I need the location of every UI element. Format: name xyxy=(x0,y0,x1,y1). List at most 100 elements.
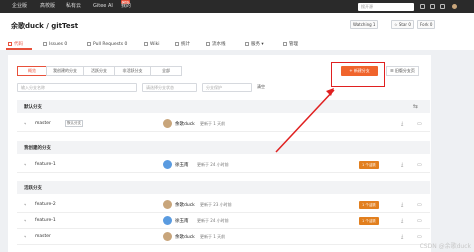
watching-button[interactable]: Watching 1 xyxy=(350,20,379,29)
default-badge: 默认分支 xyxy=(65,120,83,127)
pull-requests-count: 0 xyxy=(124,42,128,47)
section-mine: 我创建的分支 xyxy=(17,141,430,154)
nav-private-cloud[interactable]: 私有云 xyxy=(66,3,81,10)
page: 企业版 高校版 私有云 Gitee AI NEW 我的 搜开源 余歌duck /… xyxy=(0,0,474,252)
top-nav-bar: 企业版 高校版 私有云 Gitee AI NEW 我的 搜开源 xyxy=(0,0,474,13)
branch-name[interactable]: master xyxy=(35,234,51,239)
active-tab-indicator xyxy=(6,48,32,50)
clear-button[interactable]: 清空 xyxy=(257,84,265,90)
highlight-box xyxy=(331,62,385,87)
download-icon[interactable]: ⤓ xyxy=(401,202,403,208)
services-icon xyxy=(245,41,249,46)
author-name[interactable]: 余歌duck xyxy=(175,234,195,240)
star-label: Star xyxy=(398,22,408,27)
old-branch-label: 旧版分支页 xyxy=(394,68,415,73)
branch-protect-select[interactable]: 分支保护 xyxy=(202,83,252,92)
avatar xyxy=(163,216,172,225)
author-name[interactable]: 徐玉南 xyxy=(175,218,189,224)
delete-icon[interactable]: ▭ xyxy=(417,234,422,240)
table-row: ⑂ feature-2 余歌duck 更新于 23 小时前 1 个活跃 ⤓ ▭ xyxy=(17,197,430,213)
nav-mine[interactable]: 我的 xyxy=(121,3,131,10)
fork-count: 0 xyxy=(429,22,433,27)
filter-active[interactable]: 活跃分支 xyxy=(83,66,115,76)
tab-services[interactable]: 服务 ▾ xyxy=(245,41,264,48)
updated-time: 更新于 23 小时前 xyxy=(200,202,232,207)
delete-icon[interactable]: ▭ xyxy=(417,218,422,224)
message-icon[interactable] xyxy=(430,4,435,9)
branch-name[interactable]: feature-1 xyxy=(35,162,56,167)
avatar xyxy=(163,200,172,209)
repo-header xyxy=(0,13,474,50)
tab-manage[interactable]: 管理 xyxy=(283,41,298,48)
filter-mine[interactable]: 我创建的分支 xyxy=(46,66,84,76)
nav-enterprise[interactable]: 企业版 xyxy=(12,3,27,10)
code-icon xyxy=(8,41,12,46)
download-icon[interactable]: ⤓ xyxy=(401,121,403,127)
bell-icon[interactable] xyxy=(440,4,445,9)
branch-name[interactable]: feature-2 xyxy=(35,202,56,207)
branch-icon: ⑂ xyxy=(24,202,27,207)
author-name[interactable]: 徐玉南 xyxy=(175,162,189,168)
switch-icon[interactable]: ⇆ xyxy=(413,103,418,110)
status-badge[interactable]: 1 个活跃 xyxy=(359,217,379,225)
tab-pull-requests[interactable]: Pull Requests 0 xyxy=(87,41,127,48)
section-mine-title: 我创建的分支 xyxy=(24,146,51,151)
issues-icon xyxy=(43,41,47,46)
download-icon[interactable]: ⤓ xyxy=(401,234,403,240)
table-row: ⑂ master 默认分支 余歌duck 更新于 1 天前 ⤓ ▭ xyxy=(17,116,430,132)
delete-icon[interactable]: ▭ xyxy=(417,121,422,127)
updated-time: 更新于 24 小时前 xyxy=(197,218,229,223)
author-name[interactable]: 余歌duck xyxy=(175,202,195,208)
tab-wiki[interactable]: Wiki xyxy=(144,41,159,48)
branch-name[interactable]: master xyxy=(35,121,51,126)
old-branch-page-button[interactable]: ☰ 旧版分支页 xyxy=(386,66,419,76)
tab-issues[interactable]: Issues 0 xyxy=(43,41,67,48)
fork-button[interactable]: Fork 0 xyxy=(417,20,436,29)
section-active: 活跃分支 xyxy=(17,181,430,194)
avatar xyxy=(163,119,172,128)
fork-label: Fork xyxy=(420,22,429,27)
updated-time: 更新于 1 天前 xyxy=(200,234,226,239)
avatar xyxy=(163,232,172,241)
branch-icon: ⑂ xyxy=(24,121,27,126)
filter-overview[interactable]: 概览 xyxy=(17,66,47,76)
nav-gitee-ai[interactable]: Gitee AI xyxy=(93,3,113,10)
updated-time: 更新于 1 天前 xyxy=(200,121,226,126)
pull-request-icon xyxy=(87,41,91,46)
delete-icon[interactable]: ▭ xyxy=(417,202,422,208)
watermark: CSDN @余歌duck xyxy=(419,243,471,250)
wiki-icon xyxy=(144,41,148,46)
stats-icon xyxy=(175,41,179,46)
status-badge[interactable]: 1 个活跃 xyxy=(359,201,379,209)
section-default: 默认分支 ⇆ xyxy=(17,100,430,113)
branch-icon: ⑂ xyxy=(24,162,27,167)
repo-title[interactable]: 余歌duck / gitTest xyxy=(11,21,78,31)
nav-edu[interactable]: 高校版 xyxy=(40,3,55,10)
star-count: 0 xyxy=(408,22,411,27)
author-name[interactable]: 余歌duck xyxy=(175,121,195,127)
watching-count: 1 xyxy=(372,22,376,27)
star-button[interactable]: ☆ Star 0 xyxy=(391,20,414,29)
section-active-title: 活跃分支 xyxy=(24,186,42,191)
branch-icon: ⑂ xyxy=(24,218,27,223)
branch-search-input[interactable]: 输入分支名称 xyxy=(17,83,137,92)
gear-icon xyxy=(283,41,287,46)
download-icon[interactable]: ⤓ xyxy=(401,162,403,168)
filter-inactive[interactable]: 非活跃分支 xyxy=(114,66,151,76)
search-input[interactable]: 搜开源 xyxy=(358,3,414,11)
add-icon[interactable] xyxy=(420,4,425,9)
status-badge[interactable]: 1 个活跃 xyxy=(359,161,379,169)
tab-code[interactable]: 代码 xyxy=(8,41,23,48)
section-default-title: 默认分支 xyxy=(24,105,42,110)
filter-all[interactable]: 全部 xyxy=(150,66,182,76)
updated-time: 更新于 24 小时前 xyxy=(197,162,229,167)
branch-name[interactable]: feature-1 xyxy=(35,218,56,223)
pipeline-icon xyxy=(206,41,210,46)
avatar[interactable] xyxy=(452,4,457,9)
table-row: ⑂ feature-1 徐玉南 更新于 24 小时前 1 个活跃 ⤓ ▭ xyxy=(17,213,430,229)
delete-icon[interactable]: ▭ xyxy=(417,162,422,168)
branch-status-select[interactable]: 请选择分支状态 xyxy=(142,83,197,92)
download-icon[interactable]: ⤓ xyxy=(401,218,403,224)
tab-pipeline[interactable]: 流水线 xyxy=(206,41,226,48)
tab-stats[interactable]: 统计 xyxy=(175,41,190,48)
